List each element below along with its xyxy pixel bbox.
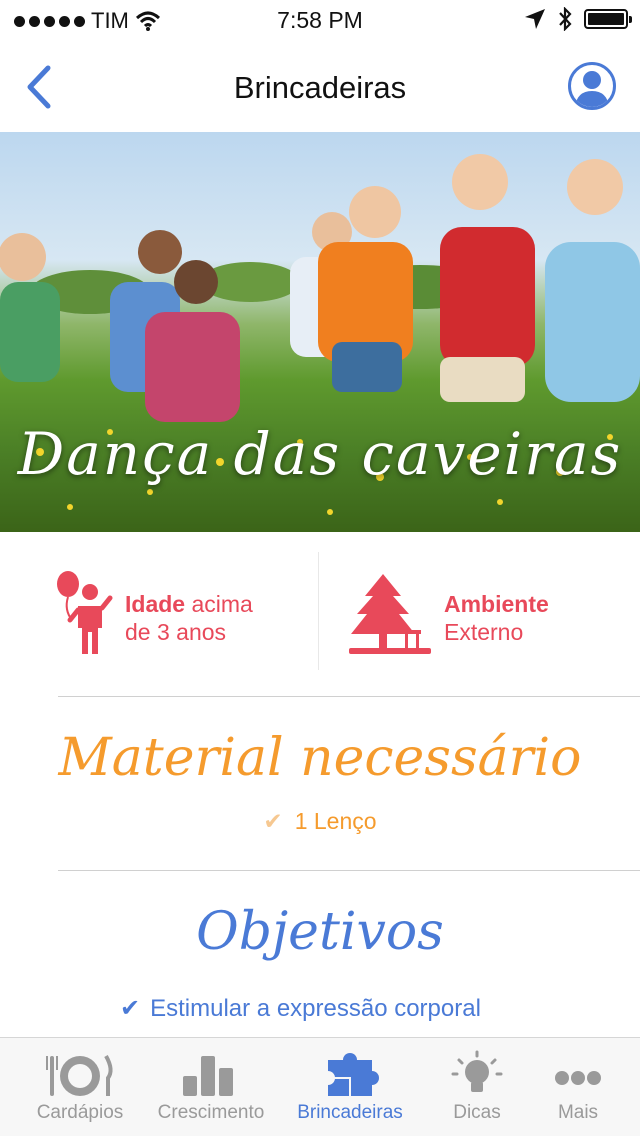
tab-label: Crescimento: [157, 1102, 265, 1123]
material-item-label: 1 Lenço: [294, 808, 377, 834]
tree-bench-icon: [349, 574, 431, 654]
check-icon: ✔: [120, 995, 141, 1022]
tab-crescimento[interactable]: Crescimento: [147, 1038, 275, 1136]
objectives-title: Objetivos: [196, 902, 444, 962]
profile-button[interactable]: [568, 62, 616, 110]
info-row: Idade acima de 3 anos Ambiente Externo: [0, 552, 640, 682]
material-item: ✔ 1 Lenço: [0, 808, 640, 835]
age-value: de 3 anos: [125, 619, 227, 645]
section-divider: [58, 870, 640, 871]
environment-text: Ambiente Externo: [444, 590, 549, 646]
check-icon: ✔: [263, 808, 283, 834]
tab-label: Cardápios: [36, 1102, 124, 1123]
age-rest: acima: [185, 591, 253, 617]
status-bar: TIM 7:58 PM: [0, 0, 640, 40]
tab-bar: Cardápios Crescimento Brincadeiras Dicas…: [0, 1037, 640, 1136]
location-arrow-icon: [525, 9, 545, 29]
objective-item: ✔ Estimular a expressão corporal: [120, 994, 481, 1023]
objective-item-label: Estimular a expressão corporal: [150, 995, 481, 1022]
navigation-bar: Brincadeiras: [0, 40, 640, 132]
battery-icon: [584, 9, 632, 29]
plate-cutlery-icon: [46, 1055, 113, 1096]
hero-image: Dança das caveiras: [0, 132, 640, 532]
age-label: Idade: [125, 591, 186, 617]
tab-cardapios[interactable]: Cardápios: [16, 1038, 144, 1136]
bar-chart-icon: [183, 1056, 233, 1096]
section-divider: [58, 696, 640, 697]
material-title: Material necessário: [58, 728, 582, 788]
child-balloon-icon: [57, 571, 113, 654]
page-title: Brincadeiras: [233, 70, 407, 105]
age-text: Idade acima de 3 anos: [125, 590, 253, 646]
tab-label: Brincadeiras: [297, 1102, 403, 1123]
puzzle-icon: [321, 1053, 379, 1096]
age-info: Idade acima de 3 anos: [0, 552, 318, 670]
user-icon: [575, 71, 609, 107]
environment-label: Ambiente: [444, 591, 549, 617]
activity-title: Dança das caveiras: [17, 420, 623, 488]
tab-mais[interactable]: Mais: [514, 1038, 640, 1136]
more-dots-icon: [555, 1071, 601, 1085]
environment-value: Externo: [444, 619, 524, 645]
tab-brincadeiras[interactable]: Brincadeiras: [286, 1038, 414, 1136]
bluetooth-icon: [559, 7, 572, 31]
tab-label: Mais: [557, 1102, 599, 1123]
environment-info: Ambiente Externo: [319, 552, 640, 670]
